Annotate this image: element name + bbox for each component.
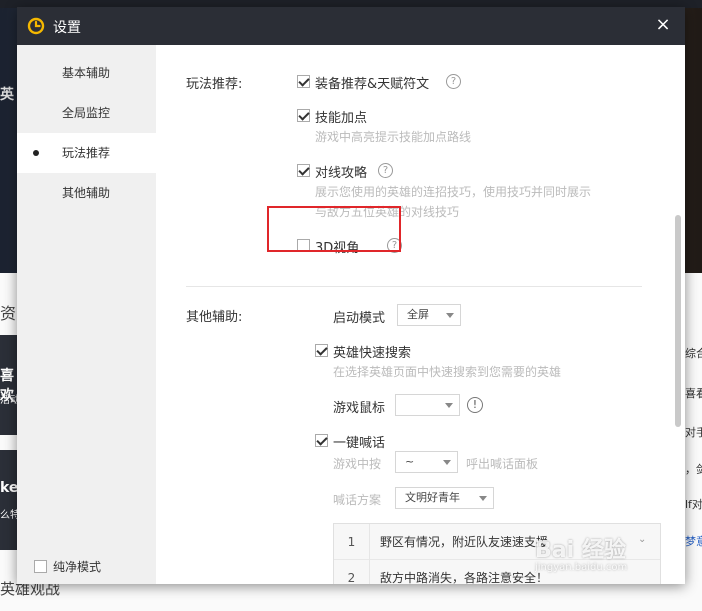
- shout-number: 2: [334, 560, 370, 584]
- settings-sidebar: 基本辅助 全局监控 玩法推荐 其他辅助 纯净模式: [17, 45, 156, 584]
- hero-search-checkbox[interactable]: [315, 344, 328, 357]
- background-snippet: ，剑: [685, 463, 702, 476]
- other-section-label: 其他辅助:: [186, 310, 243, 325]
- background-side-card: 喜欢: [0, 335, 17, 435]
- highlight-annotation-box: [267, 206, 401, 252]
- chevron-down-icon: [443, 460, 451, 465]
- one-key-shout-checkbox[interactable]: [315, 434, 328, 447]
- dialog-titlebar: 设置 ×: [17, 7, 685, 45]
- hero-search-desc: 在选择英雄页面中快速搜索到您需要的英雄: [333, 365, 562, 379]
- shout-plan-select[interactable]: 文明好青年: [395, 487, 494, 509]
- sidebar-item-basic[interactable]: 基本辅助: [17, 53, 156, 93]
- skill-points-desc: 游戏中高亮提示技能加点路线: [315, 130, 472, 144]
- background-snippet: 对手: [685, 426, 702, 439]
- shout-text: 野区有情况，附近队友速速支援: [380, 535, 549, 549]
- sidebar-item-other[interactable]: 其他辅助: [17, 173, 156, 213]
- launch-mode-label: 启动模式: [333, 311, 386, 326]
- app-logo-icon: [27, 17, 45, 35]
- background-snippet: 资: [0, 304, 17, 323]
- shout-plan-value: 文明好青年: [405, 491, 460, 504]
- help-icon[interactable]: ?: [446, 74, 461, 89]
- active-dot-icon: [33, 150, 39, 156]
- skill-points-label: 技能加点: [315, 111, 368, 126]
- pure-mode-label: 纯净模式: [53, 560, 102, 574]
- shout-panel-hint: 呼出喊话面板: [466, 457, 539, 471]
- shout-plan-label: 喊话方案: [333, 493, 382, 507]
- equip-recommend-label: 装备推荐&天赋符文: [315, 77, 430, 92]
- watermark-sub: jingyan.baidu.com: [535, 562, 628, 573]
- sidebar-item-play-recommend[interactable]: 玩法推荐: [17, 133, 156, 173]
- launch-mode-select[interactable]: 全屏: [397, 304, 461, 326]
- shout-number: 1: [334, 524, 370, 560]
- close-button[interactable]: ×: [651, 13, 675, 37]
- watermark: Bai 经验 jingyan.baidu.com: [535, 532, 675, 582]
- settings-dialog: 设置 × 基本辅助 全局监控 玩法推荐 其他辅助 纯净模式 玩法推荐: 装备推荐…: [17, 7, 685, 584]
- background-snippet: 综合: [685, 347, 702, 360]
- sidebar-item-label: 基本辅助: [62, 66, 111, 80]
- background-snippet: lf对: [685, 498, 702, 511]
- sidebar-item-global-monitor[interactable]: 全局监控: [17, 93, 156, 133]
- lane-guide-desc: 展示您使用的英雄的连招技巧，使用技巧并同时展示: [315, 185, 592, 199]
- launch-mode-value: 全屏: [407, 308, 429, 321]
- equip-recommend-checkbox[interactable]: [297, 75, 310, 88]
- watermark-main: Bai 经验: [535, 538, 626, 563]
- shout-hotkey-select[interactable]: ~: [395, 451, 458, 473]
- hero-search-label: 英雄快速搜索: [333, 346, 412, 361]
- background-side-card: ke: [0, 450, 17, 550]
- shout-text: 敌方中路消失，各路注意安全！: [380, 571, 549, 584]
- game-mouse-label: 游戏鼠标: [333, 401, 386, 416]
- one-key-shout-label: 一键喊话: [333, 436, 386, 451]
- help-icon[interactable]: ?: [378, 163, 393, 178]
- info-icon[interactable]: !: [467, 397, 483, 413]
- dialog-title: 设置: [53, 20, 81, 36]
- sidebar-item-label: 全局监控: [62, 106, 111, 120]
- play-section-label: 玩法推荐:: [186, 77, 243, 92]
- game-mouse-select[interactable]: [395, 394, 460, 416]
- chevron-down-icon: [445, 403, 453, 408]
- in-game-press-label: 游戏中按: [333, 457, 382, 471]
- chevron-down-icon: [479, 496, 487, 501]
- shout-hotkey-value: ~: [405, 455, 415, 468]
- sidebar-item-label: 其他辅助: [62, 186, 111, 200]
- skill-points-checkbox[interactable]: [297, 109, 310, 122]
- sidebar-item-label: 玩法推荐: [62, 146, 111, 160]
- pure-mode-checkbox[interactable]: [34, 560, 47, 573]
- lane-guide-checkbox[interactable]: [297, 164, 310, 177]
- content-scrollbar[interactable]: [675, 215, 681, 427]
- background-badge: 英: [0, 87, 14, 103]
- settings-content: 玩法推荐: 装备推荐&天赋符文 ? 技能加点 游戏中高亮提示技能加点路线 对线攻…: [156, 45, 685, 584]
- lane-guide-label: 对线攻略: [315, 166, 368, 181]
- chevron-down-icon: [446, 313, 454, 318]
- background-snippet: 梦意: [685, 535, 702, 548]
- section-divider: [186, 286, 642, 287]
- background-snippet: 喜看: [685, 387, 702, 400]
